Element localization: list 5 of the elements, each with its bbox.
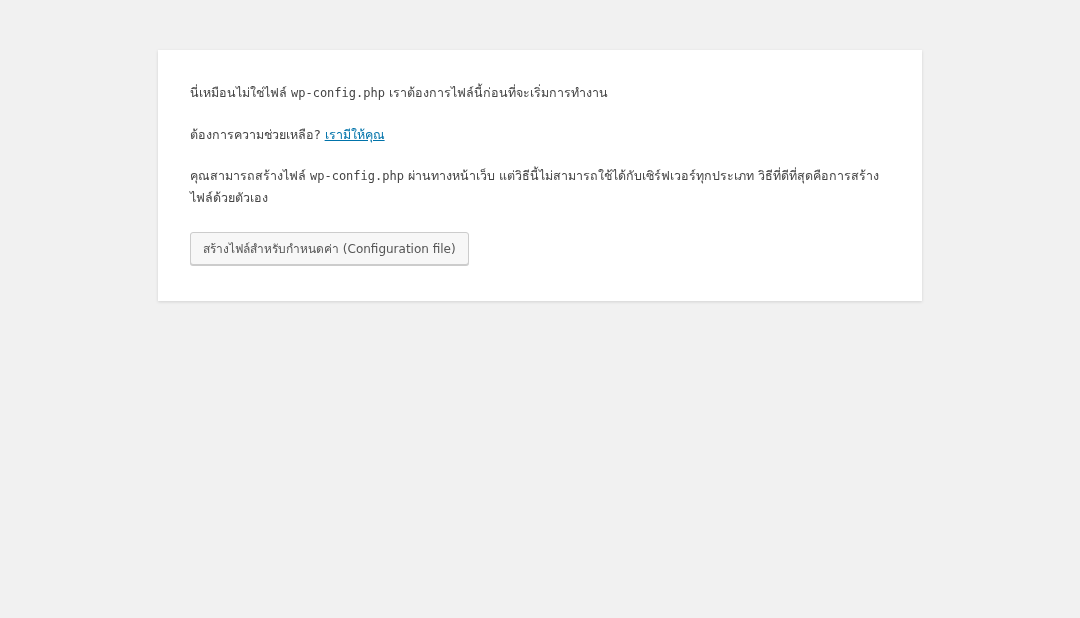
- help-link[interactable]: เรามีให้คุณ: [324, 127, 385, 142]
- create-config-button[interactable]: สร้างไฟล์สำหรับกำหนดค่า (Configuration file): [190, 232, 469, 265]
- message-text: นี่เหมือนไม่ใช่ไฟล์ wp-config.php เราต้องการไฟล์นี้ก่อนที่จะเริ่มการทำงาน: [190, 82, 609, 102]
- message-text: คุณสามารถสร้างไฟล์ wp-config.php ผ่านทางหน้าเว็บ แต่วิธีนี้ไม่สามารถใช้ได้กับเซิร์ฟเวอร์ทุกประเภท วิธีที่ดีที่สุดคือการสร้างไฟล์ด้วยตัวเอง: [190, 165, 880, 207]
- message-text: ต้องการความช่วยเหลือ? เรามีให้คุณ: [190, 126, 386, 145]
